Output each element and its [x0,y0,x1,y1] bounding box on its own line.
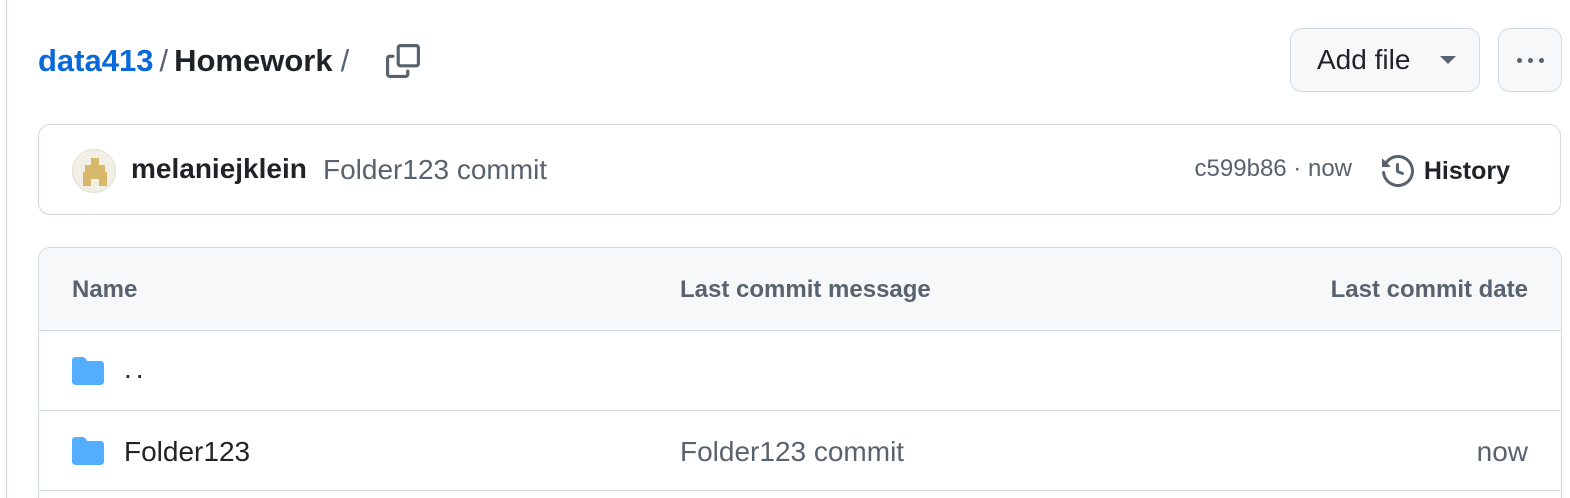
column-header-date: Last commit date [1330,276,1528,303]
commit-message-link[interactable]: Folder123 commit [323,154,547,186]
breadcrumb-current-directory: Homework [174,43,333,78]
breadcrumb-repo-link[interactable]: data413 [38,43,153,79]
folder-icon [72,357,104,385]
commit-time: now [1307,155,1352,182]
copy-icon [386,44,421,78]
row-commit-message[interactable]: Folder123 commit [680,436,904,468]
caret-down-icon [1440,56,1457,64]
column-header-name: Name [72,276,138,303]
commit-meta: c599b86 · now [1195,155,1352,183]
avatar[interactable] [72,149,116,193]
add-file-button[interactable]: Add file [1290,28,1480,92]
table-row[interactable]: Folder123 Folder123 commit now [39,411,1561,491]
row-commit-date: now [1476,436,1528,467]
identicon-icon [83,158,107,186]
table-row-parent-directory[interactable]: .. [39,331,1561,411]
kebab-horizontal-icon [1516,57,1544,63]
history-button[interactable]: History [1381,149,1510,193]
table-header: Name Last commit message Last commit dat… [39,248,1561,331]
latest-commit-bar: melaniejklein Folder123 commit c599b86 ·… [38,124,1561,215]
add-file-label: Add file [1317,44,1411,75]
history-label: History [1423,156,1510,185]
column-header-message: Last commit message [680,276,931,303]
breadcrumb-trailing-separator: / [340,43,350,78]
more-options-button[interactable] [1498,28,1562,92]
parent-directory-link[interactable]: .. [124,353,148,385]
folder-icon [72,437,104,465]
breadcrumb: data413 / Homework / [38,36,421,86]
commit-author-link[interactable]: melaniejklein [131,153,307,185]
file-table: Name Last commit message Last commit dat… [38,247,1562,498]
history-icon [1381,155,1414,187]
left-divider [6,0,7,498]
breadcrumb-separator: / [159,43,169,78]
copy-path-button[interactable] [385,43,421,79]
commit-meta-separator: · [1286,155,1308,182]
commit-hash-link[interactable]: c599b86 [1195,155,1287,183]
folder-link[interactable]: Folder123 [124,436,250,468]
